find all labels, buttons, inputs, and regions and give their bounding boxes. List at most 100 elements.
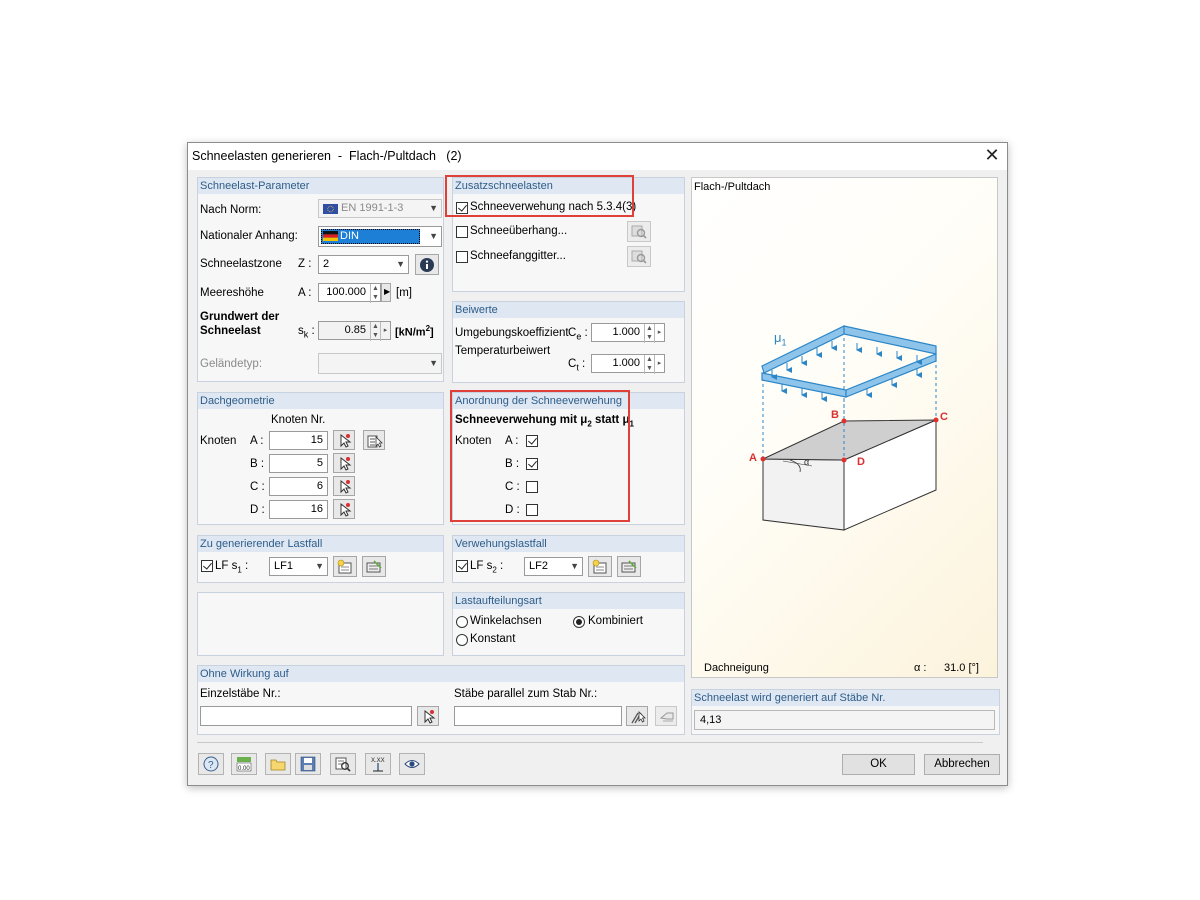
node-d-input[interactable]: 16: [269, 500, 328, 519]
coefficients-header: Beiwerte: [453, 302, 684, 318]
no-effect-header: Ohne Wirkung auf: [198, 666, 684, 682]
sk-unit-end: ]: [430, 326, 434, 339]
angle-axes-radio[interactable]: [456, 616, 468, 628]
preview-panel: Flach-/Pultdach μ1 A B C D α Dachneigung…: [691, 177, 998, 678]
ct-input[interactable]: 1.000 ▲ ▼ ▸: [591, 354, 665, 374]
view-details-button[interactable]: [330, 753, 356, 775]
svg-text:0.00: 0.00: [238, 766, 250, 772]
snow-guard-label: Schneefanggitter...: [470, 250, 566, 262]
generated-members-value: 4,13: [700, 714, 722, 726]
open-button[interactable]: [265, 753, 291, 775]
norm-value: EN 1991-1-3: [341, 202, 404, 214]
altitude-input[interactable]: 100.000 ▲ ▼: [318, 283, 381, 303]
cursor-pick-icon: [340, 433, 352, 448]
calculator-button[interactable]: 0.00: [231, 753, 257, 775]
snow-guard-checkbox[interactable]: [456, 251, 468, 263]
mu1-label: μ1: [774, 330, 787, 348]
terrain-label: Geländetyp:: [200, 358, 263, 370]
ce-spinner[interactable]: ▲ ▼: [644, 324, 654, 343]
coordinates-button[interactable]: X.XX: [365, 753, 391, 775]
load-case-checkbox[interactable]: [201, 560, 213, 572]
ok-button[interactable]: OK: [842, 754, 915, 775]
load-case-label-colon: :: [241, 560, 249, 572]
window-title: Schneelasten generieren - Flach-/Pultdac…: [192, 149, 462, 163]
sk-step[interactable]: ▸: [380, 322, 390, 341]
snow-guard-details-button[interactable]: [627, 246, 651, 267]
eraser-icon: [659, 712, 674, 722]
pick-node-b-button[interactable]: [333, 453, 355, 473]
ce-step[interactable]: ▸: [654, 324, 664, 343]
list-pick-icon: [367, 435, 383, 448]
sk-spinner[interactable]: ▲ ▼: [370, 322, 380, 341]
snow-load-dialog: Schneelasten generieren - Flach-/Pultdac…: [187, 142, 1008, 786]
help-button[interactable]: ?: [198, 753, 224, 775]
new-drift-load-case-button[interactable]: [588, 556, 612, 577]
node-c-input[interactable]: 6: [269, 477, 328, 496]
drift-title-sub1: 1: [629, 419, 634, 429]
sk-value: 0.85: [344, 324, 366, 336]
drift-load-case-header: Verwehungslastfall: [453, 536, 684, 552]
drift-load-case-group: Verwehungslastfall LF s2 : LF2 ▼: [452, 535, 685, 583]
chevron-down-icon: ▼: [429, 231, 438, 241]
title-bar: Schneelasten generieren - Flach-/Pultdac…: [188, 143, 1007, 170]
edit-load-case-button[interactable]: [362, 556, 386, 577]
bottom-separator: [197, 742, 983, 743]
norm-select[interactable]: EN 1991-1-3 ▼: [318, 199, 442, 218]
ct-step[interactable]: ▸: [654, 355, 664, 374]
altitude-symbol: A :: [298, 287, 312, 299]
edit-load-case-icon: [621, 560, 637, 573]
load-case-select[interactable]: LF1 ▼: [269, 557, 328, 576]
cancel-button[interactable]: Abbrechen: [924, 754, 1000, 775]
open-folder-icon: [270, 759, 286, 771]
snow-parameters-header: Schneelast-Parameter: [198, 178, 443, 194]
magnifier-table-icon: [631, 250, 647, 264]
drift-load-case-checkbox[interactable]: [456, 560, 468, 572]
pick-node-a-button[interactable]: [333, 430, 355, 450]
overhang-details-button[interactable]: [627, 221, 651, 242]
combined-radio[interactable]: [573, 616, 585, 628]
preview-toggle-button[interactable]: [399, 753, 425, 775]
svg-text:?: ?: [208, 760, 214, 771]
cursor-pick-icon: [340, 479, 352, 494]
alpha-marker-label: α: [804, 457, 810, 467]
terrain-select[interactable]: ▼: [318, 353, 442, 374]
node-list-button[interactable]: [363, 430, 385, 450]
node-b-input[interactable]: 5: [269, 454, 328, 473]
altitude-spinner[interactable]: ▲ ▼: [370, 284, 380, 303]
clear-parallel-button[interactable]: [655, 706, 677, 726]
overhang-label: Schneeüberhang...: [470, 225, 568, 237]
info-button[interactable]: [415, 254, 439, 275]
new-load-case-button[interactable]: [333, 556, 357, 577]
generated-members-header: Schneelast wird generiert auf Stäbe Nr.: [692, 690, 999, 706]
sk-input[interactable]: 0.85 ▲ ▼ ▸: [318, 321, 391, 341]
ct-spinner[interactable]: ▲ ▼: [644, 355, 654, 374]
load-case-header: Zu generierender Lastfall: [198, 536, 443, 552]
pick-members-button[interactable]: [417, 706, 439, 726]
annex-select[interactable]: DIN ▼: [318, 226, 442, 247]
pick-node-c-button[interactable]: [333, 476, 355, 496]
ct-value: 1.000: [612, 357, 640, 369]
drift-load-case-select[interactable]: LF2 ▼: [524, 557, 583, 576]
members-input[interactable]: [200, 706, 412, 726]
overhang-checkbox[interactable]: [456, 226, 468, 238]
parallel-members-input[interactable]: [454, 706, 622, 726]
edit-drift-load-case-button[interactable]: [617, 556, 641, 577]
zone-select[interactable]: 2 ▼: [318, 255, 409, 274]
save-button[interactable]: [295, 753, 321, 775]
pick-node-d-button[interactable]: [333, 499, 355, 519]
altitude-step-button[interactable]: ▶: [381, 283, 391, 302]
mu1-symbol: μ: [774, 330, 782, 345]
close-icon[interactable]: ✕: [983, 146, 1001, 164]
germany-flag-icon: [323, 231, 338, 241]
ce-input[interactable]: 1.000 ▲ ▼ ▸: [591, 323, 665, 343]
ce-label: Umgebungskoeffizient: [455, 327, 569, 339]
node-a-input[interactable]: 15: [269, 431, 328, 450]
roof-slope-label: Dachneigung: [704, 662, 769, 674]
save-icon: [300, 756, 316, 772]
roof-geometry-header: Dachgeometrie: [198, 393, 443, 409]
parallel-pick-icon: [631, 711, 646, 724]
sk-unit-text: [kN/m: [395, 326, 426, 339]
angle-axes-label: Winkelachsen: [470, 615, 542, 627]
pick-parallel-button[interactable]: [626, 706, 648, 726]
constant-radio[interactable]: [456, 634, 468, 646]
